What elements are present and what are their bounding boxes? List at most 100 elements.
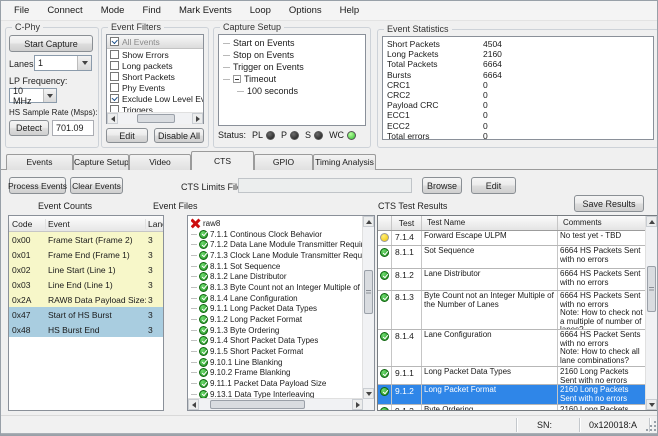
scroll-up-icon[interactable]	[363, 216, 374, 227]
filters-horizontal-scrollbar[interactable]	[107, 112, 203, 124]
menu-connect[interactable]: Connect	[38, 3, 91, 18]
event-file-item[interactable]: 9.1.1 Long Packet Data Types	[191, 304, 363, 315]
cts-result-row[interactable]: 8.1.2Lane Distributor6664 HS Packets Sen…	[378, 269, 646, 291]
event-file-item[interactable]: 9.1.4 Short Packet Data Types	[191, 336, 363, 347]
scroll-down-icon[interactable]	[646, 399, 657, 410]
tab-gpio[interactable]: GPIO	[254, 154, 313, 170]
menu-file[interactable]: File	[5, 3, 38, 18]
cts-result-row[interactable]: 8.1.4Lane Configuration6664 HS Packet Se…	[378, 330, 646, 367]
files-horizontal-scrollbar[interactable]	[188, 398, 363, 410]
cts-result-row[interactable]: 9.1.3Byte Ordering2160 Long Packets 4504	[378, 405, 646, 410]
event-file-item[interactable]: 8.1.4 Lane Configuration	[191, 293, 363, 304]
scroll-left-icon[interactable]	[188, 399, 199, 410]
event-file-item[interactable]: 7.1.3 Clock Lane Module Transmitter Requ…	[191, 250, 363, 261]
detect-button[interactable]: Detect	[9, 120, 49, 136]
filter-item-short-packets[interactable]: Short Packets	[107, 71, 203, 82]
scroll-right-icon[interactable]	[352, 399, 363, 410]
event-file-item[interactable]: 8.1.1 Sot Sequence	[191, 261, 363, 272]
collapse-icon[interactable]	[233, 75, 241, 83]
scrollbar-thumb[interactable]	[364, 270, 373, 314]
filters-edit-button[interactable]: Edit	[106, 128, 148, 143]
start-capture-button[interactable]: Start Capture	[9, 35, 93, 52]
event-count-row[interactable]: 0x47Start of HS Burst3	[9, 307, 163, 322]
checkbox-icon[interactable]	[110, 37, 119, 46]
capture-tree-item-trigger-on-events[interactable]: Trigger on Events	[219, 61, 365, 73]
event-file-item[interactable]: 8.1.2 Lane Distributor	[191, 271, 363, 282]
counts-col-lane[interactable]: Lane	[146, 219, 163, 229]
event-file-item[interactable]: 9.1.2 Long Packet Format	[191, 314, 363, 325]
menu-find[interactable]: Find	[133, 3, 169, 18]
results-col-comments[interactable]: Comments	[558, 216, 646, 230]
tab-timing-analysis[interactable]: Timing Analysis	[313, 154, 376, 170]
checkbox-icon[interactable]	[110, 83, 119, 92]
capture-tree-item-start-on-events[interactable]: Start on Events	[219, 37, 365, 49]
counts-col-event[interactable]: Event	[46, 219, 146, 229]
event-files-root[interactable]: raw8	[191, 218, 363, 229]
chevron-down-icon[interactable]	[43, 89, 56, 102]
cts-result-row[interactable]: 9.1.2Long Packet Format2160 Long Packets…	[378, 385, 646, 405]
capture-tree-item-timeout[interactable]: Timeout	[219, 73, 365, 85]
results-col-test-name[interactable]: Test Name	[422, 216, 558, 230]
event-count-row[interactable]: 0x01Frame End (Frame 1)3	[9, 247, 163, 262]
cts-result-row[interactable]: 8.1.3Byte Count not an Integer Multiple …	[378, 291, 646, 330]
cts-result-row[interactable]: 9.1.1Long Packet Data Types2160 Long Pac…	[378, 367, 646, 385]
scroll-up-icon[interactable]	[646, 216, 657, 227]
checkbox-icon[interactable]	[110, 61, 119, 70]
resize-grip-icon[interactable]	[654, 429, 656, 431]
event-file-item[interactable]: 9.11.1 Packet Data Payload Size	[191, 378, 363, 389]
scroll-down-icon[interactable]	[363, 388, 374, 399]
lp-frequency-select[interactable]: 10 MHz	[9, 88, 57, 103]
event-file-item[interactable]: 8.1.3 Byte Count not an Integer Multiple…	[191, 282, 363, 293]
lanes-select[interactable]: 1	[34, 55, 92, 71]
save-results-button[interactable]: Save Results	[574, 195, 644, 212]
process-events-button[interactable]: Process Events	[9, 177, 66, 194]
menu-mark-events[interactable]: Mark Events	[170, 3, 241, 18]
event-file-item[interactable]: 7.1.1 Continous Clock Behavior	[191, 229, 363, 240]
filter-item-show-errors[interactable]: Show Errors	[107, 49, 203, 60]
cts-limits-file-input[interactable]	[238, 178, 412, 193]
cts-result-row[interactable]: 8.1.1Sot Sequence6664 HS Packets Sent wi…	[378, 246, 646, 269]
disable-all-button[interactable]: Disable All	[154, 128, 204, 143]
event-count-row[interactable]: 0x00Frame Start (Frame 2)3	[9, 232, 163, 247]
menu-help[interactable]: Help	[331, 3, 369, 18]
event-file-item[interactable]: 9.10.1 Line Blanking	[191, 357, 363, 368]
event-count-row[interactable]: 0x48HS Burst End3	[9, 322, 163, 337]
checkbox-icon[interactable]	[110, 72, 119, 81]
menu-loop[interactable]: Loop	[241, 3, 280, 18]
scrollbar-thumb[interactable]	[647, 266, 656, 312]
event-file-item[interactable]: 7.1.2 Data Lane Module Transmitter Requi…	[191, 239, 363, 250]
chevron-down-icon[interactable]	[77, 56, 91, 70]
filter-item-phy-events[interactable]: Phy Events	[107, 82, 203, 93]
event-file-item[interactable]: 9.1.5 Short Packet Format	[191, 346, 363, 357]
event-file-item[interactable]: 9.10.2 Frame Blanking	[191, 368, 363, 379]
cts-result-row[interactable]: 7.1.4Forward Escape ULPMNo test yet - TB…	[378, 231, 646, 246]
scrollbar-thumb[interactable]	[210, 400, 305, 409]
counts-col-code[interactable]: Code	[9, 219, 46, 229]
event-count-row[interactable]: 0x03Line End (Line 1)3	[9, 277, 163, 292]
filter-item-all-events[interactable]: All Events	[107, 35, 203, 49]
tab-capture-setup[interactable]: Capture Setup	[73, 154, 129, 170]
event-count-row[interactable]: 0x02Line Start (Line 1)3	[9, 262, 163, 277]
scrollbar-thumb[interactable]	[137, 114, 175, 123]
results-vertical-scrollbar[interactable]	[645, 216, 657, 410]
checkbox-icon[interactable]	[110, 94, 119, 103]
capture-tree-item-100-seconds[interactable]: 100 seconds	[219, 85, 365, 97]
capture-tree-item-stop-on-events[interactable]: Stop on Events	[219, 49, 365, 61]
event-count-row[interactable]: 0x2ARAW8 Data Payload Size: 19...3	[9, 292, 163, 307]
tab-events[interactable]: Events	[6, 154, 73, 170]
menu-mode[interactable]: Mode	[92, 3, 134, 18]
tab-video[interactable]: Video	[129, 154, 191, 170]
files-vertical-scrollbar[interactable]	[362, 216, 374, 399]
limits-edit-button[interactable]: Edit	[471, 177, 516, 194]
results-col-test[interactable]: Test	[392, 216, 422, 230]
filter-item-long-packets[interactable]: Long packets	[107, 60, 203, 71]
menu-options[interactable]: Options	[280, 3, 331, 18]
clear-events-button[interactable]: Clear Events	[70, 177, 123, 194]
filter-item-exclude-low-level-even[interactable]: Exclude Low Level Even	[107, 93, 203, 104]
scroll-left-icon[interactable]	[107, 113, 118, 124]
tab-cts[interactable]: CTS	[191, 151, 254, 170]
browse-button[interactable]: Browse	[422, 177, 462, 194]
event-file-item[interactable]: 9.1.3 Byte Ordering	[191, 325, 363, 336]
checkbox-icon[interactable]	[110, 50, 119, 59]
scroll-right-icon[interactable]	[192, 113, 203, 124]
